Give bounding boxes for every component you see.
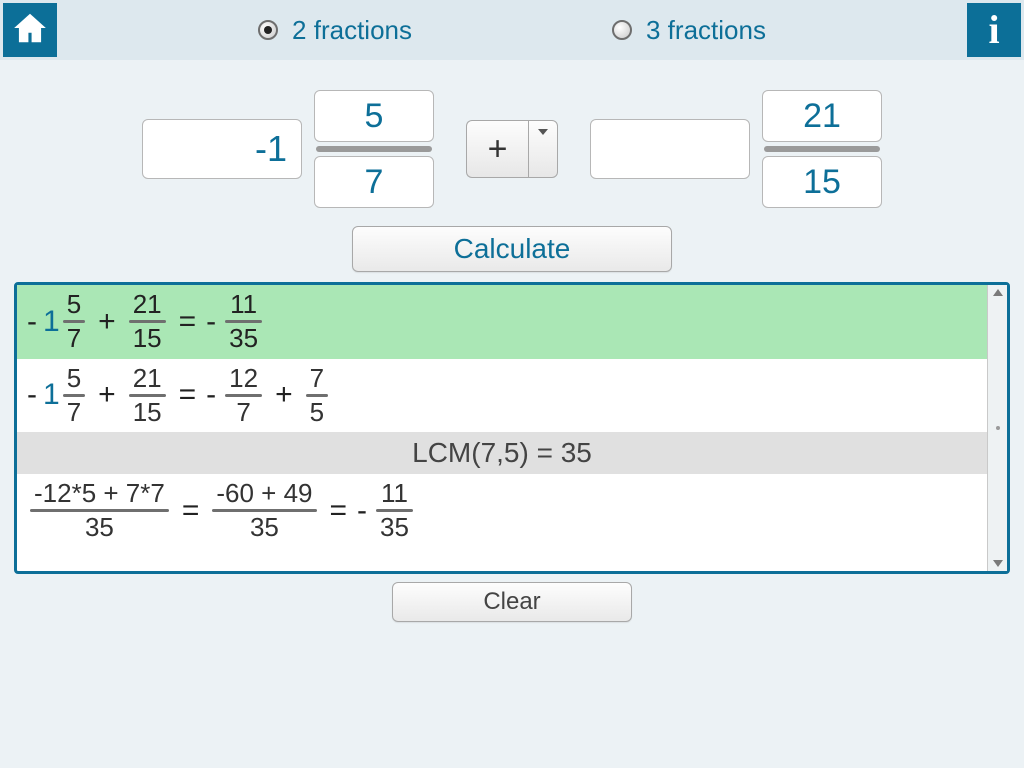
plus-sign: + <box>98 305 116 339</box>
equals-sign: = <box>182 494 200 528</box>
home-button[interactable] <box>3 3 57 57</box>
fraction-b: 21 15 <box>590 90 882 208</box>
fraction: 21 15 <box>129 291 166 353</box>
fraction-bar <box>316 146 432 152</box>
operator-dropdown[interactable] <box>528 120 558 178</box>
whole-a-input[interactable]: -1 <box>142 119 302 179</box>
whole-b-input[interactable] <box>590 119 750 179</box>
fraction: 11 35 <box>225 291 262 353</box>
equals-sign: = <box>179 378 197 412</box>
fraction: 5 7 <box>63 365 85 427</box>
plus-sign: + <box>275 378 293 412</box>
minus-sign: - <box>27 378 37 412</box>
solution-answer-row: - 1 5 7 + 21 15 = - 11 35 <box>17 285 987 359</box>
scroll-up-icon <box>993 289 1003 296</box>
mode-label: 3 fractions <box>646 15 766 46</box>
fraction: 7 5 <box>306 365 328 427</box>
calculate-row: Calculate <box>0 226 1024 272</box>
fraction: 12 7 <box>225 365 262 427</box>
solution-scrollbar[interactable] <box>987 285 1007 571</box>
info-button[interactable]: i <box>967 3 1021 57</box>
scroll-down-icon <box>993 560 1003 567</box>
solution-step-row: -12*5 + 7*7 35 = -60 + 49 35 = - 11 35 <box>17 474 987 548</box>
clear-button[interactable]: Clear <box>392 582 632 622</box>
clear-row: Clear <box>0 582 1024 622</box>
minus-sign: - <box>206 378 216 412</box>
minus-sign: - <box>357 494 367 528</box>
denominator-b-input[interactable]: 15 <box>762 156 882 208</box>
chevron-down-icon <box>538 129 548 135</box>
calculate-button[interactable]: Calculate <box>352 226 672 272</box>
fraction: -12*5 + 7*7 35 <box>30 480 169 542</box>
fraction: 5 7 <box>63 291 85 353</box>
fraction: -60 + 49 35 <box>212 480 316 542</box>
fraction-a-parts: 5 7 <box>314 90 434 208</box>
input-stage: -1 5 7 + 21 15 <box>0 60 1024 226</box>
minus-sign: - <box>206 305 216 339</box>
solution-panel: - 1 5 7 + 21 15 = - 11 35 <box>14 282 1010 574</box>
scroll-thumb <box>996 426 1000 430</box>
whole-part: 1 <box>43 305 60 339</box>
numerator-b-input[interactable]: 21 <box>762 90 882 142</box>
top-bar: 2 fractions 3 fractions i <box>0 0 1024 60</box>
fraction-a: -1 5 7 <box>142 90 434 208</box>
fraction-bar <box>764 146 880 152</box>
home-icon <box>11 9 49 52</box>
operator-selector: + <box>466 120 558 178</box>
fraction: 21 15 <box>129 365 166 427</box>
solution-step-row: - 1 5 7 + 21 15 = - 12 7 <box>17 359 987 433</box>
mode-2-fractions[interactable]: 2 fractions <box>258 15 412 46</box>
info-icon: i <box>988 10 999 50</box>
solution-lcm-row: LCM(7,5) = 35 <box>17 432 987 474</box>
plus-sign: + <box>98 378 116 412</box>
mode-label: 2 fractions <box>292 15 412 46</box>
denominator-a-input[interactable]: 7 <box>314 156 434 208</box>
equals-sign: = <box>330 494 348 528</box>
equals-sign: = <box>179 305 197 339</box>
fraction-b-parts: 21 15 <box>762 90 882 208</box>
radio-icon <box>258 20 278 40</box>
mode-options: 2 fractions 3 fractions <box>57 15 967 46</box>
minus-sign: - <box>27 305 37 339</box>
radio-icon <box>612 20 632 40</box>
solution-body: - 1 5 7 + 21 15 = - 11 35 <box>17 285 987 571</box>
fraction: 11 35 <box>376 480 413 542</box>
mode-3-fractions[interactable]: 3 fractions <box>612 15 766 46</box>
lcm-text: LCM(7,5) = 35 <box>412 437 592 469</box>
numerator-a-input[interactable]: 5 <box>314 90 434 142</box>
operator-button[interactable]: + <box>466 120 528 178</box>
whole-part: 1 <box>43 378 60 412</box>
